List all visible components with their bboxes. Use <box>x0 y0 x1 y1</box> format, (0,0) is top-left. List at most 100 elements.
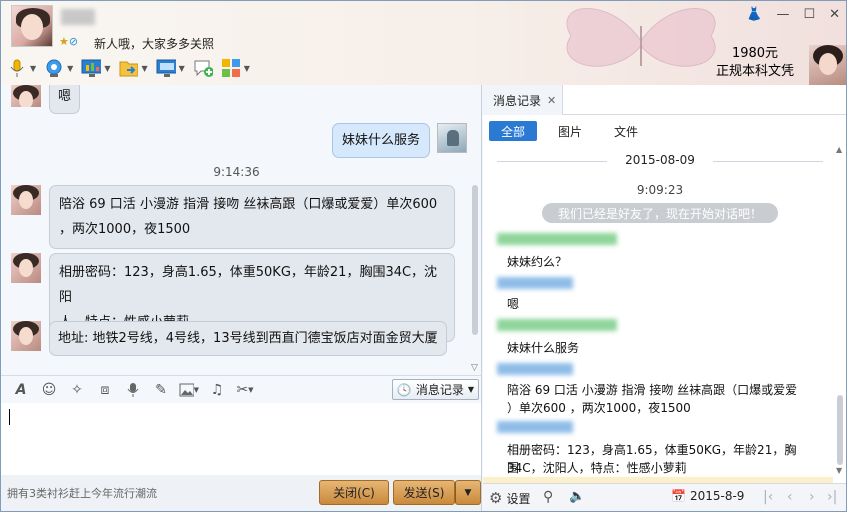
voice-call-button[interactable]: ▼ <box>7 55 36 81</box>
message-line: 相册密码：123，身高1.65，体重50KG，年龄21，胸围34C，沈阳 <box>59 265 438 305</box>
contact-avatar-small[interactable] <box>11 185 41 215</box>
file-transfer-icon <box>118 58 139 78</box>
sender-name-blurred <box>497 277 573 289</box>
history-message: 妹妹约么？ <box>507 255 568 269</box>
history-tab-label: 消息记录 <box>493 93 542 108</box>
history-tab[interactable]: 消息记录 ✕ <box>483 85 563 115</box>
contact-avatar-small[interactable] <box>11 85 41 107</box>
scissors-icon[interactable]: ✂ ▼ <box>235 380 255 400</box>
ad-text: 正规本科文凭 <box>715 64 794 79</box>
search-icon[interactable]: ⚲ <box>543 489 553 505</box>
chevron-down-icon: ▼ <box>467 385 474 394</box>
chevron-down-icon: ▼ <box>464 487 472 498</box>
settings-label: 设置 <box>506 491 531 506</box>
footer: 拥有3类衬衫赶上今年流行潮流 关闭(C) 发送(S) ▼ <box>1 475 482 511</box>
my-message-bubble: 妹妹什么服务 <box>332 123 431 158</box>
send-options-button[interactable]: ▼ <box>455 480 481 505</box>
close-tab-icon[interactable]: ✕ <box>547 94 556 107</box>
font-icon[interactable]: A <box>11 380 31 400</box>
message-history-button[interactable]: 🕓 消息记录 ▼ <box>391 379 479 400</box>
sender-name-blurred <box>497 319 617 331</box>
history-scrollbar[interactable]: ▲ ▼ <box>836 145 844 475</box>
send-button[interactable]: 发送(S) <box>393 480 455 505</box>
magic-icon[interactable]: ✧ <box>67 380 87 400</box>
history-message: 陪浴 69 口活 小漫游 指滑 接吻 丝袜高跟（口爆或爱爱 <box>507 383 798 397</box>
next-page-icon[interactable]: › <box>809 489 815 505</box>
edit-icon[interactable]: ✎ <box>151 380 171 400</box>
voice-message-icon[interactable] <box>123 380 143 400</box>
history-date: 2015-08-09 <box>483 153 837 167</box>
screenshot-icon[interactable]: ⧈ <box>95 380 115 400</box>
history-message: ）单次600 ，两次1000，夜1500 <box>507 401 691 415</box>
system-message: 我们已经是好友了，现在开始对话吧！ <box>542 203 778 223</box>
calendar-icon: 📅 <box>671 489 686 503</box>
my-avatar[interactable] <box>437 123 467 153</box>
filter-files[interactable]: 文件 <box>611 121 641 141</box>
image-icon[interactable]: ▼ <box>179 380 199 400</box>
contact-avatar-small[interactable] <box>11 321 41 351</box>
clock-icon: 🕓 <box>396 382 412 397</box>
close-icon[interactable]: ✕ <box>829 7 840 22</box>
remote-desktop-icon <box>156 58 176 78</box>
contact-name-blurred <box>61 9 95 25</box>
message-line: 陪浴 69 口活 小漫游 指滑 接吻 丝袜高跟（口爆或爱爱）单次600 <box>59 197 438 212</box>
create-group-icon <box>193 58 213 78</box>
file-transfer-button[interactable]: ▼ <box>118 55 148 81</box>
screen-share-icon <box>81 58 102 78</box>
maximize-icon[interactable]: ☐ <box>803 7 815 22</box>
gear-icon: ⚙ <box>489 489 503 507</box>
emoji-icon[interactable]: ☺ <box>39 380 59 400</box>
scrollbar-thumb[interactable] <box>837 395 843 465</box>
microphone-icon <box>7 58 27 78</box>
speaker-icon[interactable]: 🔈 <box>569 489 585 504</box>
minimize-icon[interactable]: — <box>776 7 789 22</box>
create-group-button[interactable] <box>193 55 213 81</box>
message-timestamp: 9:14:36 <box>213 165 260 179</box>
input-toolbar: A ☺ ✧ ⧈ ✎ ▼ ♫ ✂ ▼ 🕓 消息记录 ▼ <box>1 375 482 403</box>
video-call-icon <box>44 58 64 78</box>
history-time: 9:09:23 <box>636 183 684 197</box>
ad-price: 1980元 <box>731 46 779 61</box>
remote-desktop-button[interactable]: ▼ <box>156 55 185 81</box>
screen-share-button[interactable]: ▼ <box>81 55 110 81</box>
filter-images[interactable]: 图片 <box>555 121 585 141</box>
skin-icon[interactable]: 👗 <box>746 7 762 22</box>
header: ★⊘ 新人哦，大家多多关照 👗 — ☐ ✕ ▼ ▼ ▼ ▼ ▼ ▼ 1980元 … <box>1 1 846 85</box>
message-area: 嗯 妹妹什么服务 9:14:36 陪浴 69 口活 小漫游 指滑 接吻 丝袜高跟… <box>1 85 482 375</box>
last-page-icon[interactable]: ›| <box>827 489 837 505</box>
prev-page-icon[interactable]: ‹ <box>787 489 793 505</box>
music-icon[interactable]: ♫ <box>207 380 227 400</box>
message-bubble: 地址: 地铁2号线，4号线，13号线到西直门德宝饭店对面金贸大厦 <box>49 321 447 356</box>
scroll-down-icon[interactable]: ▼ <box>836 466 842 475</box>
date-picker[interactable]: 📅 2015-8-9 <box>671 489 744 503</box>
first-page-icon[interactable]: |‹ <box>763 489 773 505</box>
chat-window: ★⊘ 新人哦，大家多多关照 👗 — ☐ ✕ ▼ ▼ ▼ ▼ ▼ ▼ 1980元 … <box>0 0 847 512</box>
filter-all[interactable]: 全部 <box>489 121 537 141</box>
contact-avatar[interactable] <box>11 5 53 47</box>
scroll-down-icon[interactable]: ▽ <box>471 363 478 373</box>
scrollbar-thumb[interactable] <box>472 185 478 335</box>
close-button[interactable]: 关闭(C) <box>319 480 389 505</box>
sender-name-blurred <box>497 233 617 245</box>
scroll-up-icon[interactable]: ▲ <box>836 145 842 154</box>
sender-name-blurred <box>497 363 573 375</box>
contact-avatar-small[interactable] <box>11 253 41 283</box>
header-ad[interactable]: 1980元 正规本科文凭 <box>701 45 809 85</box>
chat-toolbar: ▼ ▼ ▼ ▼ ▼ ▼ <box>7 55 250 81</box>
sender-name-blurred <box>497 421 573 433</box>
footer-ad-link[interactable]: 拥有3类衬衫赶上今年流行潮流 <box>7 485 157 501</box>
message-bubble: 嗯 <box>49 85 81 114</box>
ad-photo[interactable] <box>809 45 846 85</box>
message-line: ，两次1000，夜1500 <box>59 222 191 237</box>
settings-button[interactable]: ⚙ 设置 <box>489 489 530 507</box>
message-input[interactable] <box>1 403 482 475</box>
history-label: 消息记录 <box>415 383 464 397</box>
message-text: 嗯 <box>58 89 72 104</box>
video-call-button[interactable]: ▼ <box>44 55 73 81</box>
history-panel: 消息记录 ✕ 全部 图片 文件 2015-08-09 9:09:23 我们已经是… <box>483 85 846 511</box>
apps-icon <box>221 58 241 78</box>
history-message: 嗯 <box>507 297 520 311</box>
chat-scrollbar[interactable]: ▽ <box>471 89 479 373</box>
history-message: 34C，沈阳人，特点：性感小萝莉 <box>507 461 687 475</box>
apps-button[interactable]: ▼ <box>221 55 250 81</box>
